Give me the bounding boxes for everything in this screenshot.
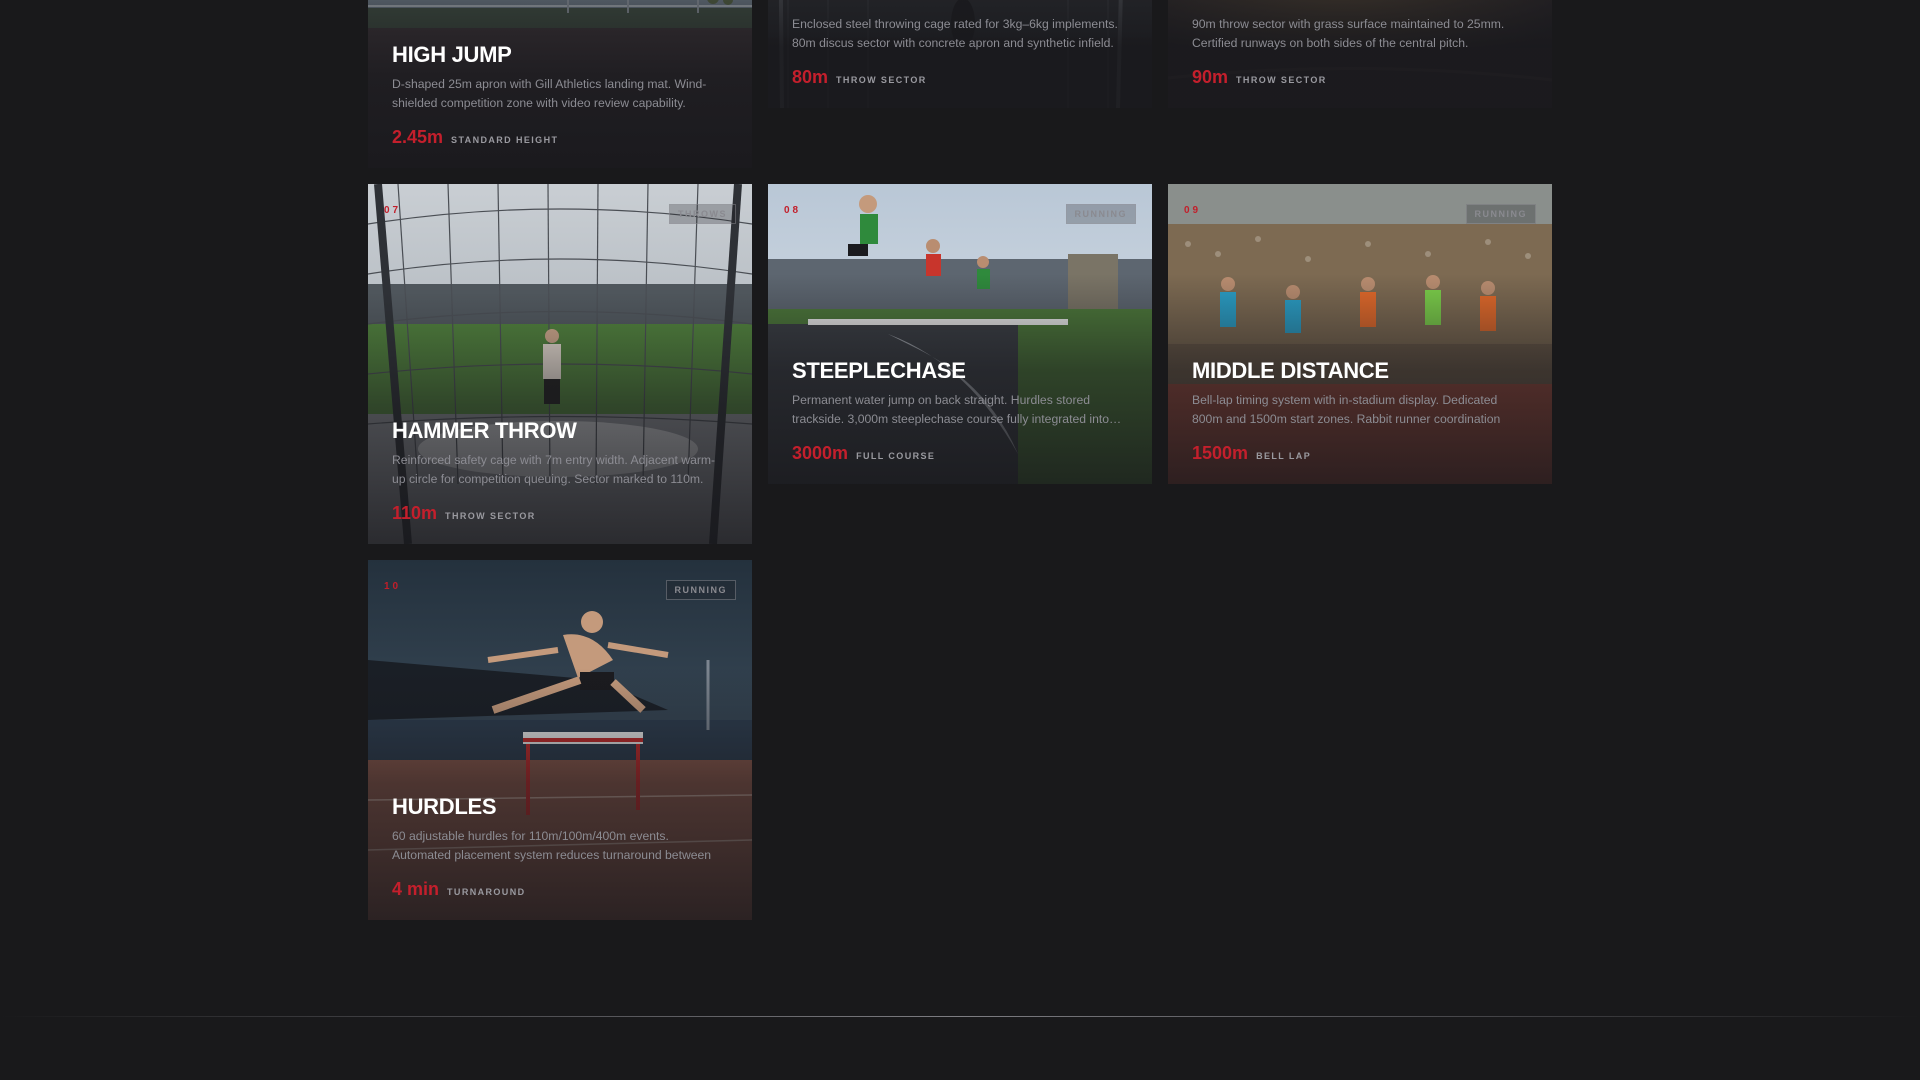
card-stat: 1500m BELL LAP [1192, 443, 1528, 464]
stat-label: STANDARD HEIGHT [451, 135, 559, 145]
category-tag[interactable]: RUNNING [1065, 204, 1136, 224]
card-content: HURDLES 60 adjustable hurdles for 110m/1… [392, 796, 728, 900]
card-description: 90m throw sector with grass surface main… [1192, 17, 1505, 50]
stat-value: 110m [392, 503, 438, 523]
card-stat: 4 min TURNAROUND [392, 879, 728, 900]
section-divider [0, 1016, 1920, 1017]
card-stat: 80m THROW SECTOR [792, 67, 1128, 88]
card-stat: 90m THROW SECTOR [1192, 67, 1528, 88]
stat-value: 3000m [792, 443, 849, 463]
card-content: 90m throw sector with grass surface main… [1192, 15, 1528, 88]
card-number: 10 [384, 581, 402, 592]
card-title: HIGH JUMP [392, 42, 512, 67]
stat-value: 90m [1192, 67, 1229, 87]
card-description: Enclosed steel throwing cage rated for 3… [792, 17, 1118, 50]
card-number: 07 [384, 205, 402, 216]
facility-card-high-jump[interactable]: HIGH JUMP D-shaped 25m apron with Gill A… [368, 0, 752, 168]
facility-card-discus[interactable]: Enclosed steel throwing cage rated for 3… [768, 0, 1152, 108]
card-description: Bell-lap timing system with in-stadium d… [1192, 393, 1501, 426]
card-stat: 2.45m STANDARD HEIGHT [392, 127, 728, 148]
card-number: 08 [784, 205, 802, 216]
card-stat: 110m THROW SECTOR [392, 503, 728, 524]
category-tag[interactable]: THROWS [669, 204, 736, 224]
stat-label: BELL LAP [1256, 451, 1312, 461]
card-content: STEEPLECHASE Permanent water jump on bac… [792, 360, 1128, 464]
card-description: Permanent water jump on back straight. H… [792, 393, 1122, 426]
card-stat: 3000m FULL COURSE [792, 443, 1128, 464]
facility-card-steeplechase[interactable]: 08 RUNNING STEEPLECHASE Permanent water … [768, 184, 1152, 484]
card-content: Enclosed steel throwing cage rated for 3… [792, 15, 1128, 88]
card-content: HAMMER THROW Reinforced safety cage with… [392, 420, 728, 524]
stat-value: 1500m [1192, 443, 1249, 463]
stat-label: THROW SECTOR [836, 75, 927, 85]
stat-value: 2.45m [392, 127, 444, 147]
card-content: MIDDLE DISTANCE Bell-lap timing system w… [1192, 360, 1528, 464]
card-title: HAMMER THROW [392, 418, 577, 443]
stat-value: 4 min [392, 879, 440, 899]
stat-label: TURNAROUND [447, 887, 526, 897]
card-description: D-shaped 25m apron with Gill Athletics l… [392, 77, 707, 110]
stat-label: FULL COURSE [856, 451, 936, 461]
stat-value: 80m [792, 67, 829, 87]
card-content: HIGH JUMP D-shaped 25m apron with Gill A… [392, 44, 728, 148]
card-title: MIDDLE DISTANCE [1192, 358, 1389, 383]
stat-label: THROW SECTOR [445, 511, 536, 521]
card-description: Reinforced safety cage with 7m entry wid… [392, 453, 716, 486]
card-title: STEEPLECHASE [792, 358, 966, 383]
facility-card-middle-distance[interactable]: 09 RUNNING MIDDLE DISTANCE Bell-lap timi… [1168, 184, 1552, 484]
facility-card-hurdles[interactable]: 10 RUNNING HURDLES 60 adjustable hurdles… [368, 560, 752, 920]
card-description: 60 adjustable hurdles for 110m/100m/400m… [392, 829, 712, 862]
category-tag[interactable]: RUNNING [665, 580, 736, 600]
card-title: HURDLES [392, 794, 497, 819]
facility-card-javelin[interactable]: 90m throw sector with grass surface main… [1168, 0, 1552, 108]
facility-card-hammer-throw[interactable]: 07 THROWS HAMMER THROW Reinforced safety… [368, 184, 752, 544]
stat-label: THROW SECTOR [1236, 75, 1327, 85]
category-tag[interactable]: RUNNING [1465, 204, 1536, 224]
card-number: 09 [1184, 205, 1202, 216]
